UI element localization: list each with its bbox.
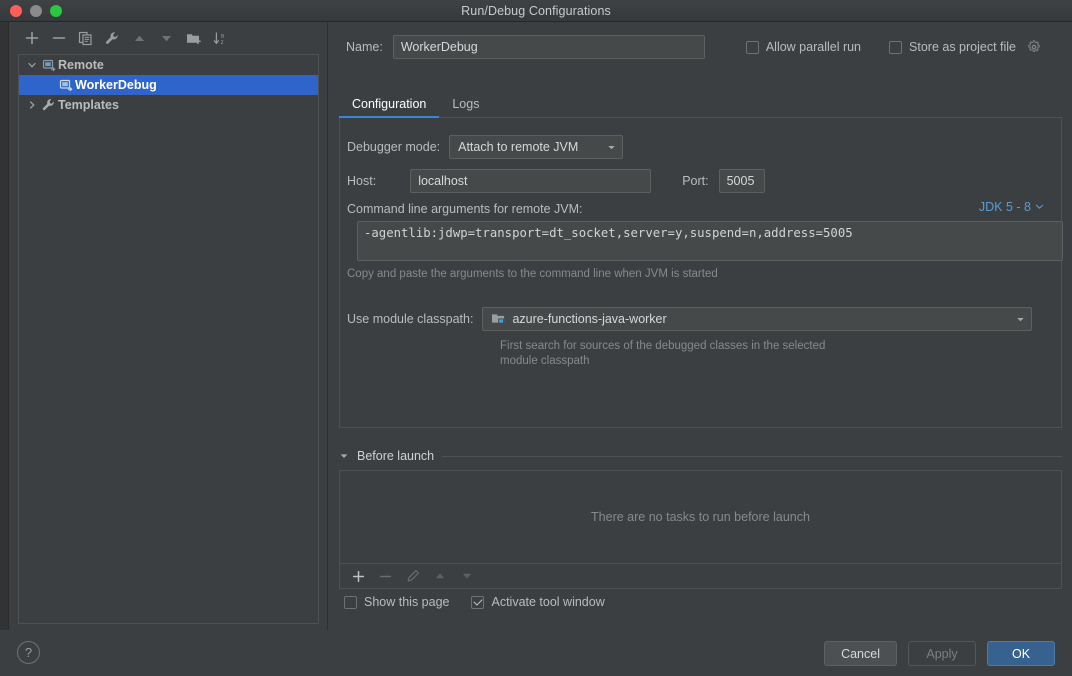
port-label: Port: <box>682 174 709 188</box>
tree-item-remote-label: Remote <box>58 58 104 72</box>
store-as-project-file-checkbox[interactable]: Store as project file <box>889 40 1041 54</box>
sidebar-toolbar: a z <box>9 22 328 54</box>
move-up-button[interactable] <box>127 26 152 50</box>
module-icon <box>491 312 506 326</box>
before-launch-title: Before launch <box>357 449 435 463</box>
host-port-row: Host: localhost Port: 5005 <box>347 169 765 193</box>
sort-alphabetically-button[interactable]: a z <box>208 26 233 50</box>
allow-parallel-run-label: Allow parallel run <box>765 40 862 54</box>
debugger-mode-row: Debugger mode: Attach to remote JVM <box>347 135 624 159</box>
before-launch-header[interactable]: Before launch <box>339 447 1062 465</box>
chevron-right-icon[interactable] <box>23 100 40 110</box>
help-button[interactable]: ? <box>17 641 40 664</box>
add-configuration-button[interactable] <box>19 26 44 50</box>
chevron-down-icon <box>595 143 616 152</box>
configurations-sidebar: a z Remote WorkerDebug Templates <box>9 22 328 630</box>
window-titlebar: Run/Debug Configurations <box>0 0 1072 22</box>
task-move-down-button <box>454 565 479 588</box>
chevron-down-icon <box>1004 315 1025 324</box>
port-input[interactable]: 5005 <box>718 169 765 193</box>
show-this-page-box[interactable] <box>344 595 357 609</box>
activate-tool-window-checkbox[interactable]: Activate tool window <box>471 595 605 609</box>
debugger-mode-value: Attach to remote JVM <box>458 140 579 154</box>
tree-item-templates-label: Templates <box>58 98 119 112</box>
remove-configuration-button[interactable] <box>46 26 71 50</box>
launch-options-row: Show this page Activate tool window <box>344 595 605 609</box>
host-label: Host: <box>347 174 377 188</box>
edit-templates-button[interactable] <box>100 26 125 50</box>
chevron-down-icon[interactable] <box>23 60 40 70</box>
activate-tool-window-box[interactable] <box>471 595 485 609</box>
gear-dropdown-icon[interactable] <box>1027 40 1041 54</box>
configuration-editor-pane: Name: WorkerDebug Allow parallel run Sto… <box>329 22 1072 630</box>
tree-item-workerdebug[interactable]: WorkerDebug <box>19 75 318 95</box>
remote-debug-icon <box>40 58 58 72</box>
module-classpath-value: azure-functions-java-worker <box>512 312 667 326</box>
apply-button[interactable]: Apply <box>908 641 976 666</box>
tree-item-templates[interactable]: Templates <box>19 95 318 115</box>
allow-parallel-run-checkbox[interactable]: Allow parallel run <box>745 40 862 54</box>
name-label: Name: <box>346 40 383 54</box>
module-classpath-label: Use module classpath: <box>347 312 474 326</box>
wrench-icon <box>40 98 58 112</box>
before-launch-empty-text: There are no tasks to run before launch <box>591 510 810 524</box>
jdk-version-label: JDK 5 - 8 <box>978 200 1031 214</box>
name-input[interactable]: WorkerDebug <box>392 35 705 59</box>
chevron-down-icon <box>1035 200 1044 214</box>
command-line-args-hint: Copy and paste the arguments to the comm… <box>347 268 718 280</box>
before-launch-divider <box>442 455 1062 457</box>
jdk-version-selector[interactable]: JDK 5 - 8 <box>979 200 1044 214</box>
tree-item-workerdebug-label: WorkerDebug <box>75 78 157 92</box>
module-classpath-hint-line2: module classpath <box>500 355 590 367</box>
debugger-mode-label: Debugger mode: <box>347 140 441 154</box>
before-launch-task-list[interactable]: There are no tasks to run before launch <box>339 470 1062 564</box>
remote-debug-icon <box>57 78 75 92</box>
svg-text:a: a <box>221 33 225 39</box>
host-input[interactable]: localhost <box>410 169 652 193</box>
ide-background-strip <box>0 22 9 676</box>
show-this-page-checkbox[interactable]: Show this page <box>344 595 449 609</box>
edit-task-button <box>400 565 425 588</box>
dialog-buttons: Cancel Apply OK <box>824 641 1055 666</box>
ok-button[interactable]: OK <box>987 641 1055 666</box>
activate-tool-window-label: Activate tool window <box>491 595 605 609</box>
tab-configuration[interactable]: Configuration <box>339 97 440 118</box>
name-row: Name: WorkerDebug Allow parallel run Sto… <box>346 34 1058 60</box>
module-classpath-hint-line1: First search for sources of the debugged… <box>500 340 826 352</box>
before-launch-toolbar <box>339 564 1062 589</box>
cancel-button[interactable]: Cancel <box>824 641 897 666</box>
add-task-button[interactable] <box>346 565 371 588</box>
tree-item-remote[interactable]: Remote <box>19 55 318 75</box>
configuration-tab-panel: Debugger mode: Attach to remote JVM Host… <box>339 118 1063 428</box>
command-line-args-label: Command line arguments for remote JVM: <box>347 202 583 216</box>
remove-task-button <box>373 565 398 588</box>
new-folder-button[interactable] <box>181 26 206 50</box>
store-as-project-file-label: Store as project file <box>909 40 1017 54</box>
window-title: Run/Debug Configurations <box>461 3 611 18</box>
run-debug-configurations-dialog: Run/Debug Configurations a z Remote Work… <box>0 0 1072 676</box>
move-down-button[interactable] <box>154 26 179 50</box>
triangle-down-icon[interactable] <box>339 451 349 461</box>
show-this-page-label: Show this page <box>364 595 450 609</box>
dialog-footer: ? Cancel Apply OK <box>0 630 1072 676</box>
tab-logs[interactable]: Logs <box>439 97 492 117</box>
editor-tabs: Configuration Logs <box>339 90 1062 118</box>
module-classpath-row: Use module classpath: azure-functions-ja… <box>347 307 1033 331</box>
allow-parallel-run-box[interactable] <box>745 40 759 54</box>
task-move-up-button <box>427 565 452 588</box>
module-classpath-select[interactable]: azure-functions-java-worker <box>482 307 1033 331</box>
copy-configuration-button[interactable] <box>73 26 98 50</box>
debugger-mode-select[interactable]: Attach to remote JVM <box>449 135 624 159</box>
svg-text:z: z <box>221 40 224 46</box>
configurations-tree[interactable]: Remote WorkerDebug Templates <box>18 54 319 624</box>
command-line-args-input[interactable]: -agentlib:jdwp=transport=dt_socket,serve… <box>357 221 1063 261</box>
store-as-project-file-box[interactable] <box>889 40 903 54</box>
